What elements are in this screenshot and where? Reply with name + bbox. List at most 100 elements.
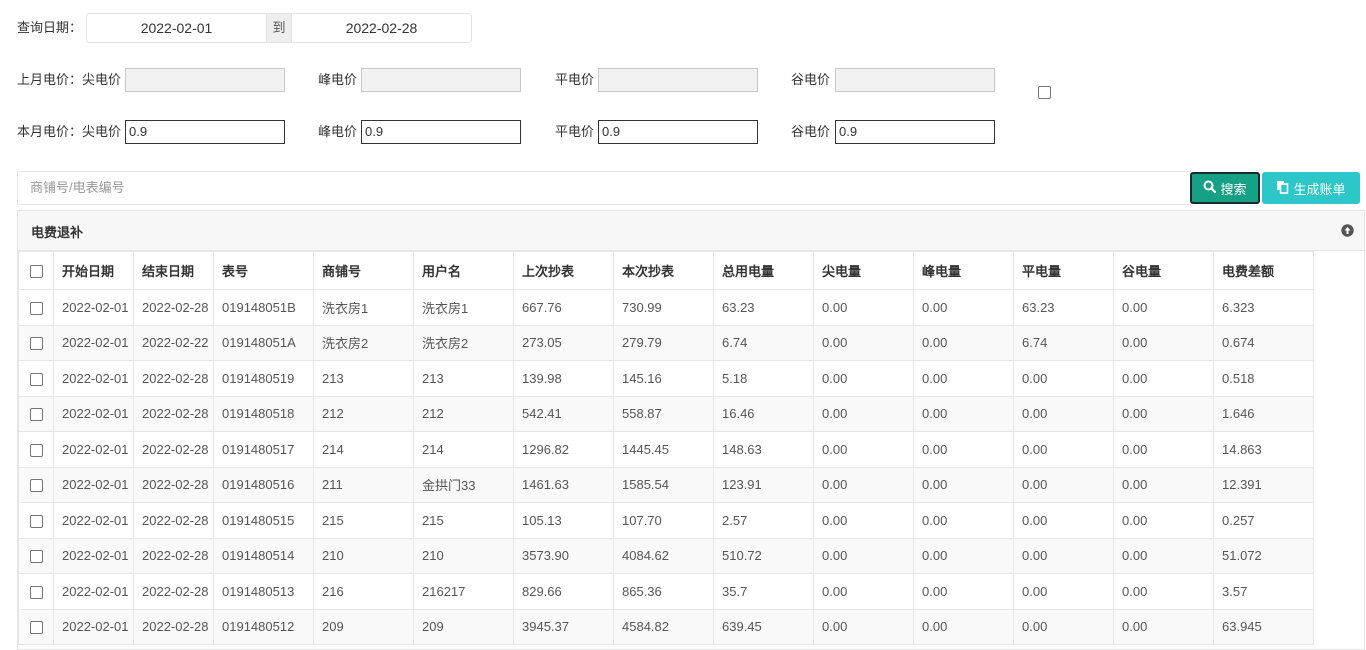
this-month-peak-input[interactable]: 0.9 <box>361 120 521 144</box>
start-date-field[interactable]: 2022-02-01 <box>87 14 266 42</box>
row-checkbox[interactable] <box>29 585 43 599</box>
row-select-cell <box>18 573 54 610</box>
table-cell: 0.00 <box>813 324 914 361</box>
this-month-flat-input[interactable]: 0.9 <box>598 120 758 144</box>
table-cell: 214 <box>313 431 414 468</box>
table-row[interactable]: 2022-02-01 2022-02-28 0191480516 211 金拱门33 14… <box>18 466 1314 503</box>
table-cell: 210 <box>413 537 514 574</box>
last-month-valley-input[interactable] <box>835 68 995 92</box>
table-cell: 216 <box>313 573 414 610</box>
table-cell: 0.00 <box>1113 395 1214 432</box>
table-cell: 0.00 <box>913 431 1014 468</box>
last-month-flat-label: 平电价 <box>555 72 595 87</box>
table-cell: 0.00 <box>1013 360 1114 397</box>
row-select-cell <box>18 360 54 397</box>
row-select-cell <box>18 289 54 326</box>
row-checkbox[interactable] <box>29 301 43 315</box>
column-header[interactable]: 上次抄表 <box>513 251 614 290</box>
table-cell: 2022-02-01 <box>53 466 134 503</box>
table-row[interactable]: 2022-02-01 2022-02-28 0191480515 215 215 105.… <box>18 502 1314 539</box>
search-input[interactable]: 商铺号/电表编号 <box>17 171 1191 205</box>
table-cell: 金拱门33 <box>413 466 514 503</box>
table-cell: 洗衣房2 <box>313 324 414 361</box>
table-cell: 019148051B <box>213 289 314 326</box>
table-cell: 2022-02-01 <box>53 360 134 397</box>
column-header[interactable]: 结束日期 <box>133 251 214 290</box>
column-header[interactable]: 开始日期 <box>53 251 134 290</box>
table-cell: 019148051A <box>213 324 314 361</box>
table-cell: 0.00 <box>813 431 914 468</box>
table-cell: 213 <box>313 360 414 397</box>
table-row[interactable]: 2022-02-01 2022-02-28 0191480514 210 210 3573… <box>18 537 1314 574</box>
row-checkbox[interactable] <box>29 621 43 635</box>
column-header[interactable]: 总用电量 <box>713 251 814 290</box>
row-select-cell <box>18 608 54 645</box>
table-row[interactable]: 2022-02-01 2022-02-22 019148051A 洗衣房2 洗衣房2 27… <box>18 324 1314 361</box>
use-last-month-checkbox[interactable] <box>1038 86 1051 99</box>
column-header[interactable]: 尖电量 <box>813 251 914 290</box>
date-range-separator: 到 <box>266 14 292 42</box>
select-all-checkbox[interactable] <box>29 265 43 279</box>
column-header[interactable]: 谷电量 <box>1113 251 1214 290</box>
table-row[interactable]: 2022-02-01 2022-02-28 0191480513 216 216217 8… <box>18 573 1314 610</box>
table-cell: 0.00 <box>913 573 1014 610</box>
date-range-picker[interactable]: 2022-02-01 到 2022-02-28 <box>86 13 472 43</box>
table-cell: 0.00 <box>1113 466 1214 503</box>
table-cell: 0.674 <box>1213 324 1314 361</box>
generate-bill-button[interactable]: 生成账单 <box>1262 172 1360 204</box>
panel-header: 电费退补 <box>18 211 1364 251</box>
table-cell: 0191480513 <box>213 573 314 610</box>
collapse-up-icon[interactable] <box>1341 224 1354 237</box>
last-month-peak-input[interactable] <box>361 68 521 92</box>
last-month-valley-label: 谷电价 <box>791 72 831 87</box>
table-cell: 211 <box>313 466 414 503</box>
end-date-field[interactable]: 2022-02-28 <box>292 14 471 42</box>
last-month-flat-input[interactable] <box>598 68 758 92</box>
row-checkbox[interactable] <box>29 408 43 422</box>
search-button[interactable]: 搜索 <box>1190 172 1260 204</box>
row-select-cell <box>18 537 54 574</box>
table-cell: 0.518 <box>1213 360 1314 397</box>
table-cell: 2022-02-01 <box>53 608 134 645</box>
copy-icon <box>1276 180 1289 197</box>
table-row[interactable]: 2022-02-01 2022-02-28 0191480518 212 212 542.… <box>18 395 1314 432</box>
row-checkbox[interactable] <box>29 337 43 351</box>
column-header[interactable]: 峰电量 <box>913 251 1014 290</box>
table-cell: 2022-02-01 <box>53 537 134 574</box>
column-header[interactable]: 用户名 <box>413 251 514 290</box>
this-month-sharp-input[interactable]: 0.9 <box>125 120 285 144</box>
table-cell: 1.646 <box>1213 395 1314 432</box>
row-checkbox[interactable] <box>29 479 43 493</box>
table-cell: 16.46 <box>713 395 814 432</box>
table-cell: 0.00 <box>1113 537 1214 574</box>
table-cell: 2022-02-22 <box>133 324 214 361</box>
column-header[interactable]: 平电量 <box>1013 251 1114 290</box>
table-cell: 0.00 <box>813 573 914 610</box>
row-checkbox[interactable] <box>29 372 43 386</box>
table-row[interactable]: 2022-02-01 2022-02-28 0191480512 209 209 3945… <box>18 608 1314 645</box>
row-select-cell <box>18 502 54 539</box>
column-header[interactable]: 商铺号 <box>313 251 414 290</box>
row-checkbox[interactable] <box>29 443 43 457</box>
last-month-sharp-input[interactable] <box>125 68 285 92</box>
table-cell: 0.00 <box>1113 502 1214 539</box>
table-cell: 0.00 <box>813 502 914 539</box>
table-cell: 63.23 <box>713 289 814 326</box>
row-checkbox[interactable] <box>29 514 43 528</box>
table-cell: 107.70 <box>613 502 714 539</box>
table-row[interactable]: 2022-02-01 2022-02-28 019148051B 洗衣房1 洗衣房1 66… <box>18 289 1314 326</box>
table-cell: 0.00 <box>1013 537 1114 574</box>
table-row[interactable]: 2022-02-01 2022-02-28 0191480517 214 214 1296… <box>18 431 1314 468</box>
column-header[interactable]: 本次抄表 <box>613 251 714 290</box>
table-cell: 0.00 <box>913 360 1014 397</box>
row-checkbox[interactable] <box>29 550 43 564</box>
column-header[interactable]: 表号 <box>213 251 314 290</box>
table-cell: 105.13 <box>513 502 614 539</box>
table-row[interactable]: 2022-02-01 2022-02-28 0191480519 213 213 139.… <box>18 360 1314 397</box>
table-cell: 0.00 <box>1113 608 1214 645</box>
column-header[interactable]: 电费差额 <box>1213 251 1314 290</box>
this-month-peak-label: 峰电价 <box>318 124 358 139</box>
this-month-valley-input[interactable]: 0.9 <box>835 120 995 144</box>
table-cell: 0.00 <box>1113 289 1214 326</box>
table-cell: 829.66 <box>513 573 614 610</box>
